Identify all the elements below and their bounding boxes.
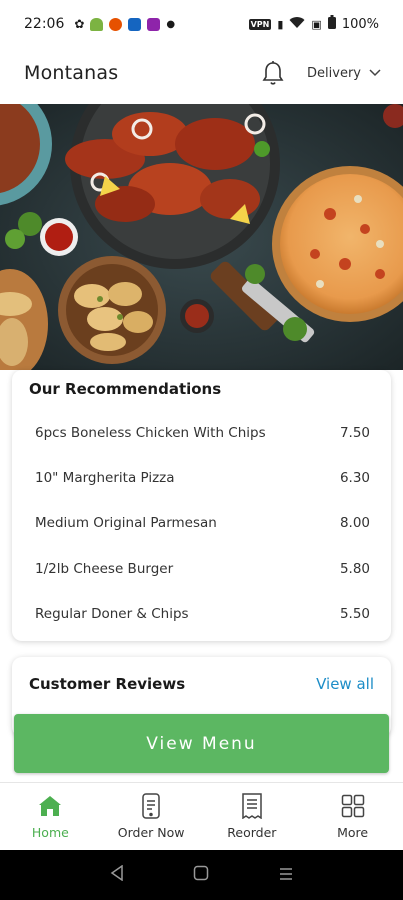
reviews-title: Customer Reviews	[29, 675, 186, 693]
recommendation-item[interactable]: Regular Doner & Chips 5.50	[35, 592, 370, 637]
recommendations-list: 6pcs Boneless Chicken With Chips 7.50 10…	[29, 410, 374, 637]
app-icon-1	[109, 17, 123, 31]
system-nav-bar	[0, 850, 403, 900]
recents-icon[interactable]	[278, 866, 294, 885]
recommendations-card: Our Recommendations 6pcs Boneless Chicke…	[12, 370, 391, 641]
nav-reorder-label: Reorder	[227, 825, 277, 840]
phone-order-icon	[138, 793, 164, 819]
bottom-nav: Home Order Now Reorder More	[0, 782, 403, 850]
vpn-badge: VPN	[248, 18, 272, 30]
delivery-label: Delivery	[307, 65, 361, 81]
battery-saver-icon: ▣	[311, 17, 322, 31]
view-menu-button[interactable]: View Menu	[14, 714, 389, 773]
wifi-icon	[289, 16, 305, 33]
status-right: VPN ▮ ▣ 100%	[248, 15, 379, 33]
receipt-icon	[239, 793, 265, 819]
item-name: 10" Margherita Pizza	[35, 470, 175, 487]
notification-icons: ✿ ●	[74, 17, 175, 31]
item-price: 5.80	[339, 560, 370, 577]
nav-order-now[interactable]: Order Now	[101, 783, 202, 850]
nav-home-label: Home	[31, 825, 69, 840]
nav-more[interactable]: More	[302, 783, 403, 850]
battery-percent: 100%	[341, 16, 379, 32]
brand-title: Montanas	[24, 62, 119, 84]
android-icon	[90, 17, 104, 31]
nav-order-now-label: Order Now	[117, 825, 185, 840]
recommendation-item[interactable]: 1/2lb Cheese Burger 5.80	[35, 546, 370, 591]
item-price: 7.50	[339, 424, 370, 441]
item-name: Regular Doner & Chips	[35, 606, 189, 623]
item-name: 6pcs Boneless Chicken With Chips	[35, 424, 266, 441]
battery-icon	[327, 15, 336, 33]
nav-reorder[interactable]: Reorder	[202, 783, 303, 850]
chevron-down-icon	[369, 69, 381, 77]
vibrate-icon: ▮	[277, 17, 284, 31]
nav-home[interactable]: Home	[0, 783, 101, 850]
item-price: 5.50	[339, 606, 370, 623]
delivery-selector[interactable]: Delivery	[307, 66, 381, 81]
grid-icon	[340, 793, 366, 819]
recommendation-item[interactable]: 6pcs Boneless Chicken With Chips 7.50	[35, 410, 370, 455]
home-icon	[37, 793, 63, 819]
status-time: 22:06	[24, 16, 65, 32]
back-icon[interactable]	[110, 864, 124, 885]
hero-food-image	[0, 104, 403, 370]
home-button-icon[interactable]	[193, 865, 209, 885]
bell-icon[interactable]	[259, 59, 287, 87]
nav-more-label: More	[337, 825, 369, 840]
app-icon-3	[147, 17, 161, 31]
recommendations-title: Our Recommendations	[29, 380, 222, 398]
item-name: 1/2lb Cheese Burger	[35, 560, 174, 577]
more-notifications-icon: ●	[166, 18, 176, 30]
recommendation-item[interactable]: Medium Original Parmesan 8.00	[35, 501, 370, 546]
app-header: Montanas Delivery	[0, 48, 403, 98]
app-icon-2	[128, 17, 142, 31]
item-price: 6.30	[339, 470, 370, 487]
item-name: Medium Original Parmesan	[35, 515, 217, 532]
view-all-link[interactable]: View all	[316, 675, 374, 693]
settings-icon: ✿	[74, 17, 85, 31]
recommendation-item[interactable]: 10" Margherita Pizza 6.30	[35, 455, 370, 500]
item-price: 8.00	[339, 515, 370, 532]
status-bar: 22:06 ✿ ● VPN ▮ ▣ 100%	[0, 0, 403, 48]
